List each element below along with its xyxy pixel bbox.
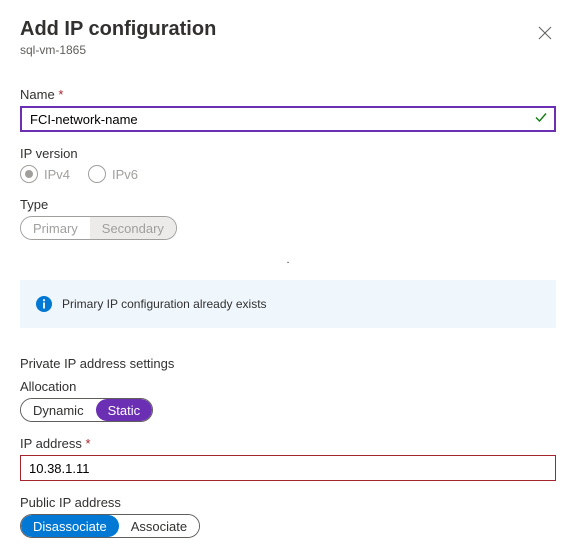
ipversion-label: IP version <box>20 146 556 161</box>
check-icon <box>534 111 548 128</box>
pill-primary: Primary <box>21 217 90 239</box>
required-asterisk: * <box>86 436 91 451</box>
pill-dynamic[interactable]: Dynamic <box>21 399 96 421</box>
info-icon <box>36 296 52 312</box>
type-label: Type <box>20 197 556 212</box>
info-banner: Primary IP configuration already exists <box>20 280 556 328</box>
radio-label: IPv4 <box>44 167 70 182</box>
close-icon <box>538 24 552 44</box>
pill-static[interactable]: Static <box>96 399 153 421</box>
name-label-text: Name <box>20 87 55 102</box>
allocation-label: Allocation <box>20 379 556 394</box>
radio-icon <box>20 165 38 183</box>
radio-label: IPv6 <box>112 167 138 182</box>
required-asterisk: * <box>58 87 63 102</box>
radio-ipv4: IPv4 <box>20 165 70 183</box>
close-button[interactable] <box>534 20 556 49</box>
ipaddress-label: IP address * <box>20 436 556 451</box>
pill-disassociate[interactable]: Disassociate <box>21 515 119 537</box>
separator-dot: . <box>20 254 556 266</box>
radio-ipv6: IPv6 <box>88 165 138 183</box>
private-section-title: Private IP address settings <box>20 356 556 371</box>
name-label: Name * <box>20 87 556 102</box>
name-input[interactable] <box>20 106 556 132</box>
pill-associate[interactable]: Associate <box>119 515 199 537</box>
ipaddress-input[interactable] <box>20 455 556 481</box>
info-text: Primary IP configuration already exists <box>62 297 267 311</box>
publicip-label: Public IP address <box>20 495 556 510</box>
ipaddress-label-text: IP address <box>20 436 82 451</box>
radio-icon <box>88 165 106 183</box>
dialog-subtitle: sql-vm-1865 <box>20 43 556 57</box>
pill-secondary: Secondary <box>90 217 176 239</box>
dialog-title: Add IP configuration <box>20 18 556 41</box>
